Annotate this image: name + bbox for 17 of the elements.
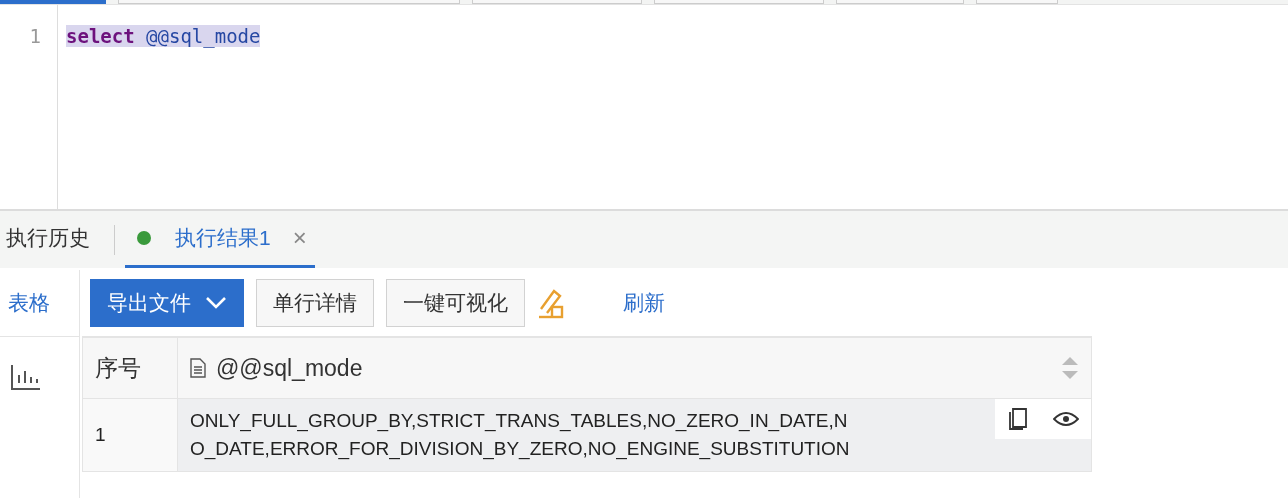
refresh-link[interactable]: 刷新 (577, 279, 681, 327)
eye-icon[interactable] (1052, 411, 1079, 427)
line-number: 1 (28, 25, 41, 47)
result-tab[interactable]: 执行历史 (6, 211, 100, 268)
table-cell: 1 (95, 424, 106, 445)
toolbar-button[interactable]: 一键可视化 (386, 279, 525, 327)
toolbar-button[interactable]: 导出文件 (90, 279, 244, 327)
bar-chart-icon[interactable] (10, 363, 42, 391)
view-tab[interactable]: 表格 (0, 270, 80, 336)
toolbar-button[interactable]: 单行详情 (256, 279, 374, 327)
table-cell-text: ONLY_FULL_GROUP_BY,STRICT_TRANS_TABLES,NO_ZERO_IN_DATE,N O_DATE,ERROR_FOR_DIVISION_BY_ZERO,NO_ENGINE_SUBSTITUTION (190, 409, 850, 462)
document-icon (190, 358, 206, 378)
column-header: 序号 (95, 354, 141, 381)
close-icon[interactable]: × (292, 224, 307, 252)
column-header: @@sql_mode (216, 354, 363, 382)
result-tab[interactable]: 执行结果1 × (125, 211, 315, 268)
copy-icon[interactable] (1007, 407, 1028, 431)
